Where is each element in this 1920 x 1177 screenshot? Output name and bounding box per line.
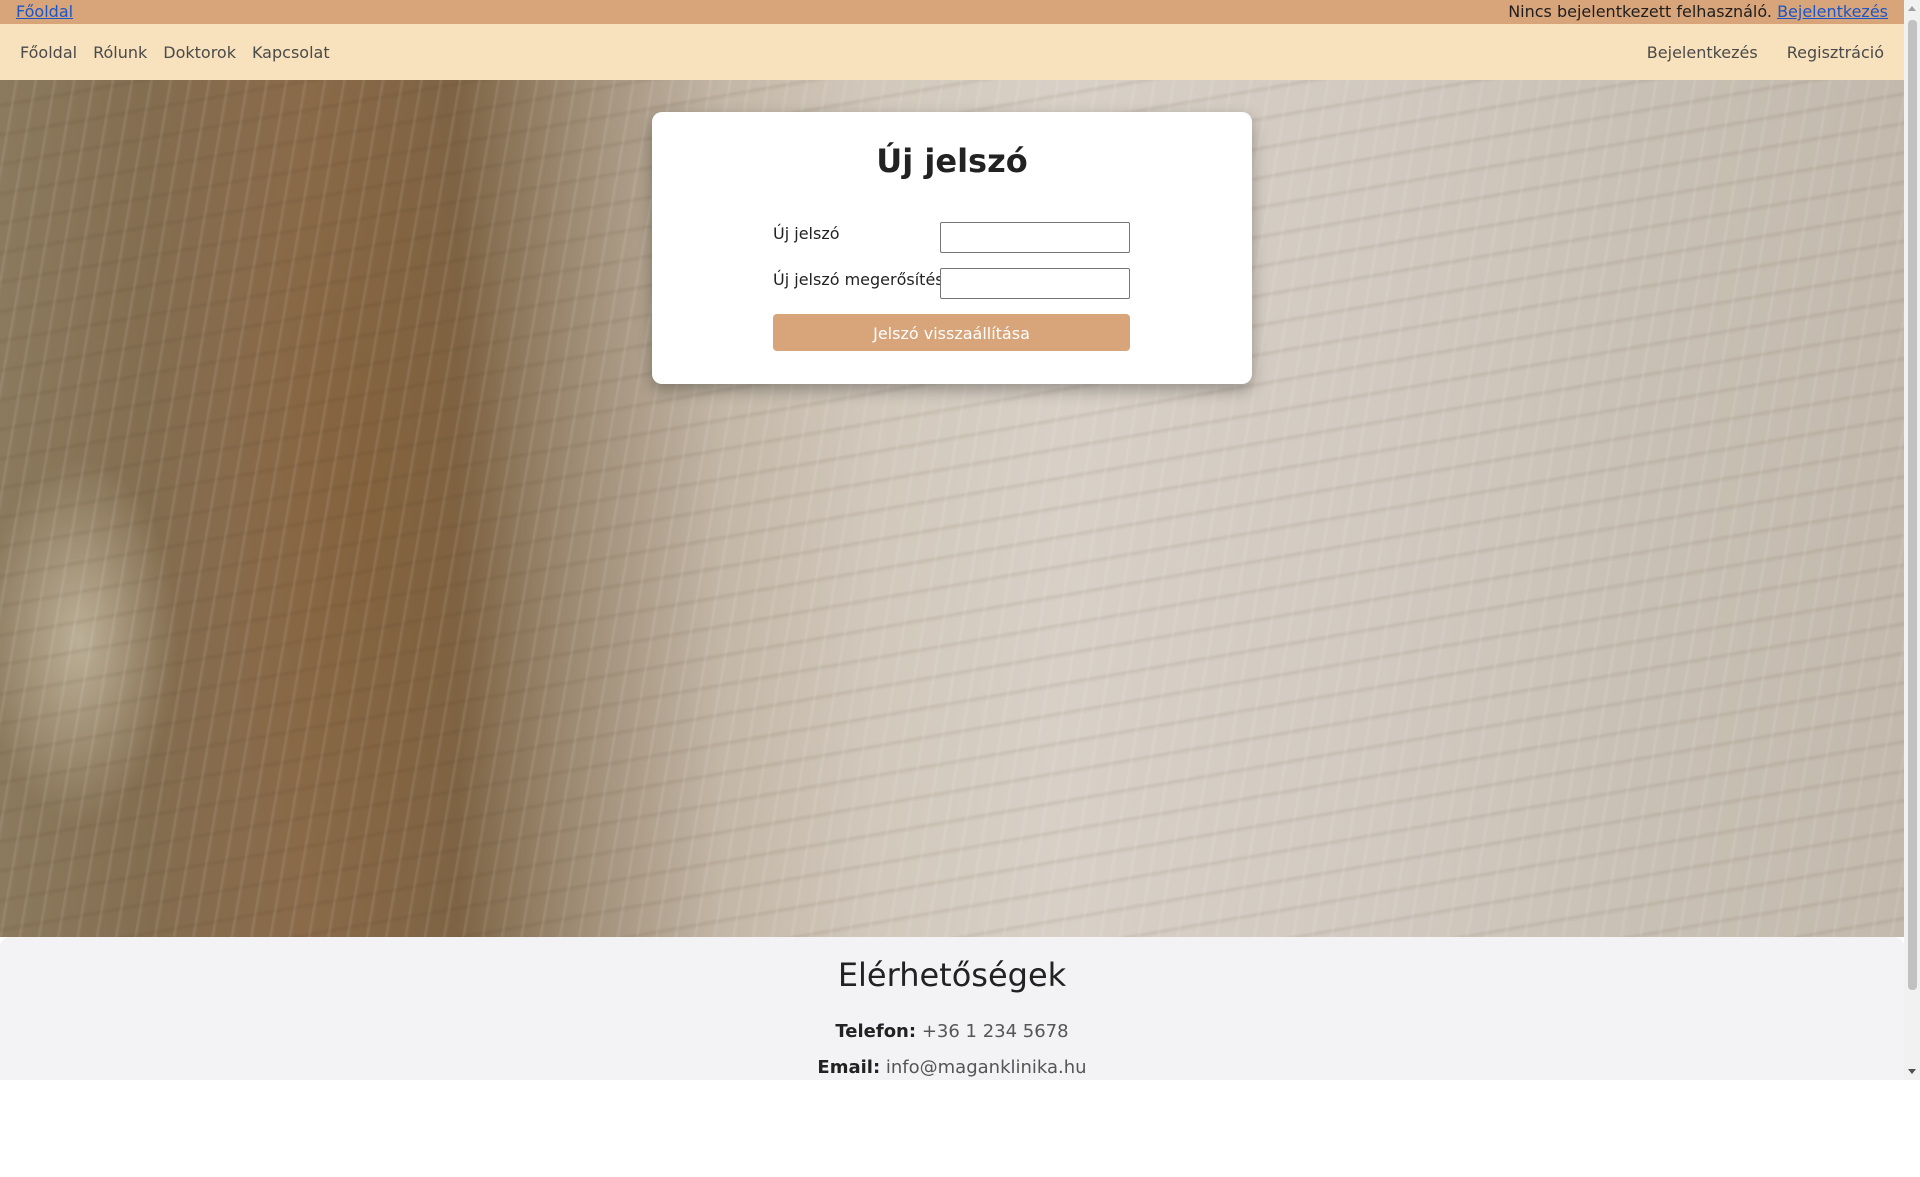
phone-label: Telefon: (835, 1021, 917, 1042)
contact-email: Email: info@maganklinika.hu (0, 1056, 1904, 1080)
scroll-down-arrow-icon[interactable] (1908, 1069, 1916, 1074)
home-link[interactable]: Főoldal (16, 0, 73, 24)
email-value: info@maganklinika.hu (885, 1057, 1087, 1078)
nav-item-login[interactable]: Bejelentkezés (1647, 43, 1758, 62)
contact-title: Elérhetőségek (837, 956, 1067, 994)
nav-right-group: Bejelentkezés Regisztráció (1647, 24, 1884, 80)
main-navbar: Főoldal Rólunk Doktorok Kapcsolat Bejele… (0, 24, 1904, 80)
login-status: Nincs bejelentkezett felhasználó. Bejele… (1508, 0, 1888, 24)
hero-background: Új jelszó Új jelszó Új jelszó megerősíté… (0, 80, 1904, 937)
nav-item-doctors[interactable]: Doktorok (163, 43, 236, 62)
confirm-password-label: Új jelszó megerősítése (773, 270, 954, 289)
nav-item-home[interactable]: Főoldal (20, 43, 77, 62)
phone-value: +36 1 234 5678 (921, 1021, 1069, 1042)
login-link[interactable]: Bejelentkezés (1777, 2, 1888, 21)
scroll-up-arrow-icon[interactable] (1908, 6, 1916, 11)
login-status-text: Nincs bejelentkezett felhasználó. (1508, 2, 1772, 21)
confirm-password-input[interactable] (940, 268, 1130, 299)
nav-item-register[interactable]: Regisztráció (1787, 43, 1884, 62)
top-status-bar: Főoldal Nincs bejelentkezett felhasználó… (0, 0, 1904, 24)
new-password-label: Új jelszó (773, 224, 840, 243)
reset-password-card: Új jelszó Új jelszó Új jelszó megerősíté… (652, 112, 1252, 384)
page-title: Új jelszó (876, 142, 1028, 180)
nav-item-contact[interactable]: Kapcsolat (252, 43, 330, 62)
reset-password-button[interactable]: Jelszó visszaállítása (773, 314, 1130, 351)
contact-phone: Telefon: +36 1 234 5678 (0, 1020, 1904, 1044)
email-label: Email: (817, 1057, 881, 1078)
browser-viewport: Főoldal Nincs bejelentkezett felhasználó… (0, 0, 1904, 1080)
new-password-input[interactable] (940, 222, 1130, 253)
page-scrollbar[interactable] (1904, 0, 1920, 1080)
nav-item-about[interactable]: Rólunk (93, 43, 147, 62)
contact-section: Elérhetőségek Telefon: +36 1 234 5678 Em… (0, 937, 1904, 1080)
nav-left-group: Főoldal Rólunk Doktorok Kapcsolat (20, 24, 330, 80)
scroll-thumb[interactable] (1908, 20, 1917, 990)
